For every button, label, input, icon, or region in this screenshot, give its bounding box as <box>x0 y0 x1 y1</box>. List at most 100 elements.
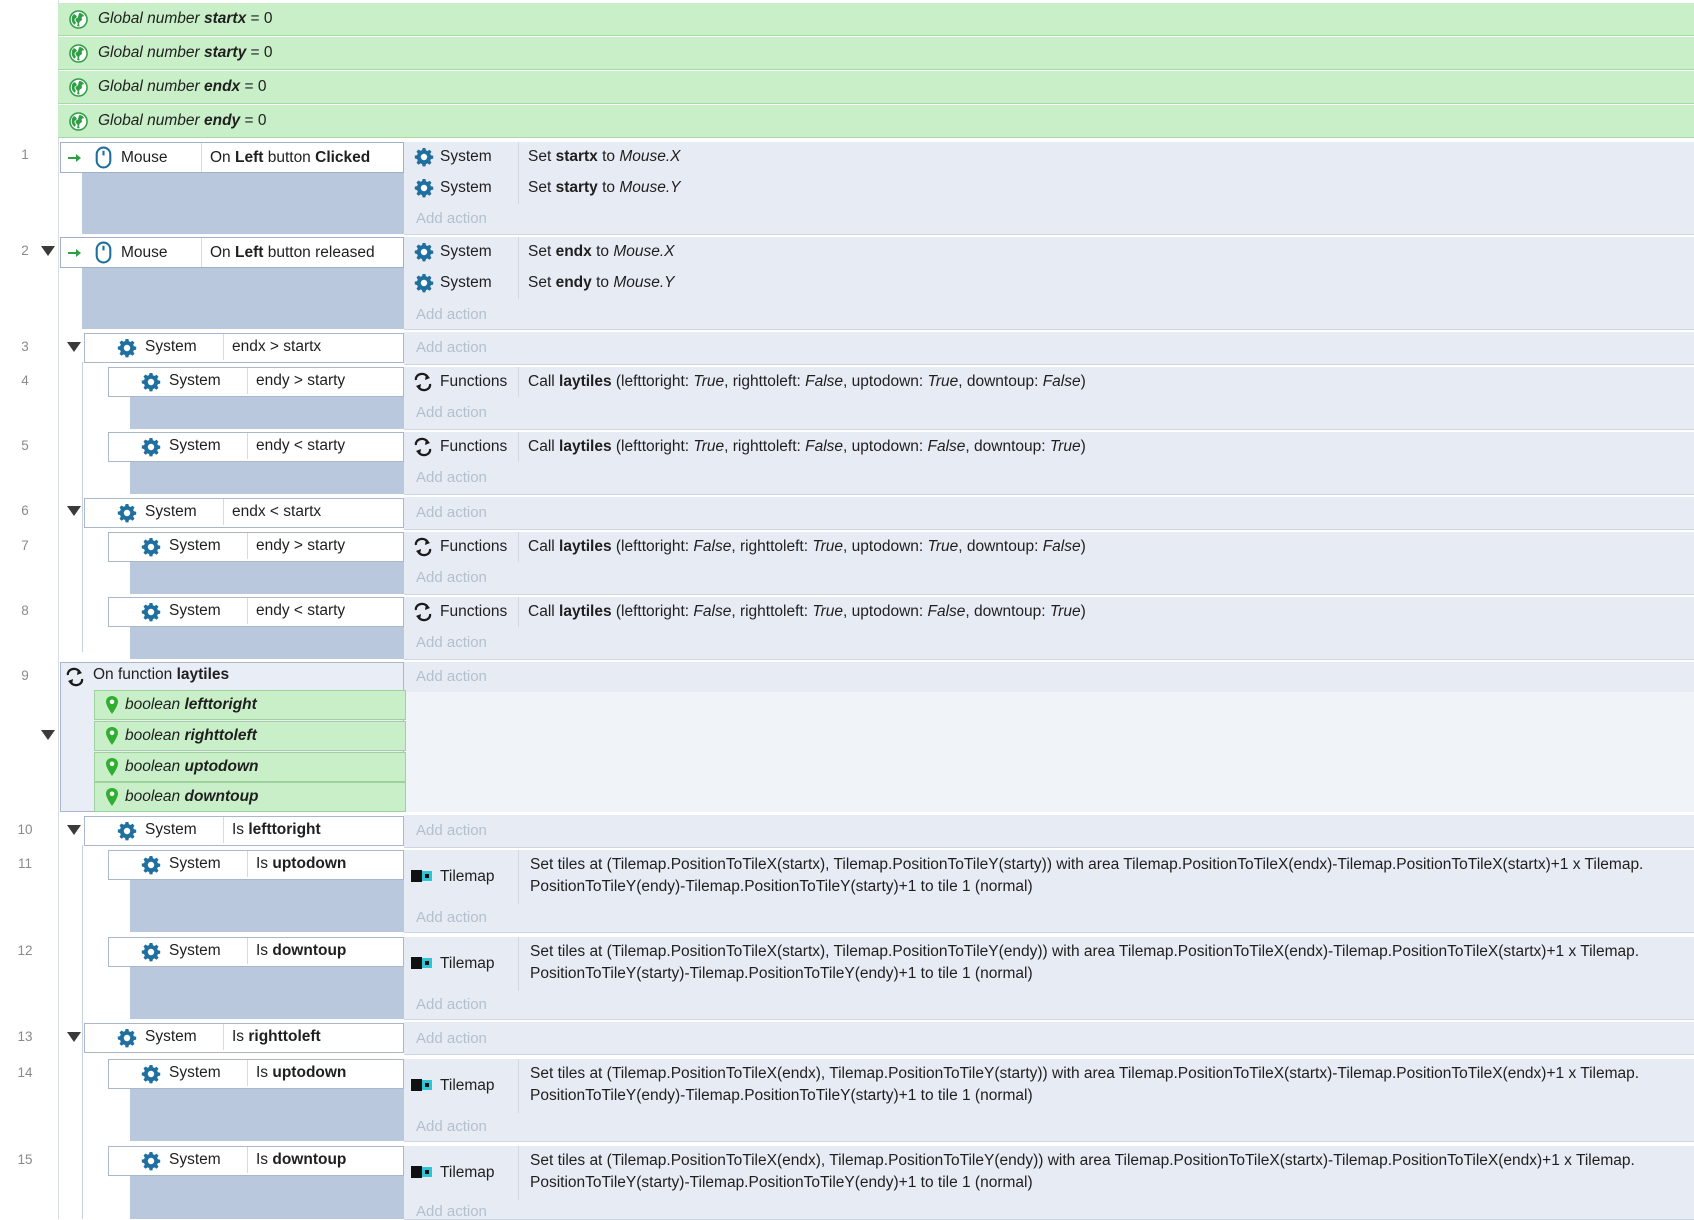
condition-text: endx > startx <box>223 334 321 360</box>
action-object[interactable]: Tilemap <box>440 1158 495 1188</box>
param-uptodown[interactable]: boolean uptodown <box>94 752 406 782</box>
action-call-laytiles[interactable]: Call laytiles (lefttoright: False, right… <box>528 532 1086 562</box>
event-11-condition[interactable]: System Is uptodown <box>108 850 404 880</box>
event-6-actions <box>404 497 1694 530</box>
action-object[interactable]: Tilemap <box>440 1071 495 1101</box>
action-set-tiles[interactable]: Set tiles at (Tilemap.PositionToTileX(en… <box>530 1063 1680 1107</box>
action-set-endy[interactable]: Set endy to Mouse.Y <box>528 268 674 298</box>
action-call-laytiles[interactable]: Call laytiles (lefttoright: True, rightt… <box>528 367 1086 397</box>
collapse-triangle-icon[interactable] <box>67 1032 81 1042</box>
add-action-link[interactable]: Add action <box>416 822 487 839</box>
collapse-triangle-icon[interactable] <box>67 342 81 352</box>
action-set-tiles[interactable]: Set tiles at (Tilemap.PositionToTileX(st… <box>530 941 1680 985</box>
gear-icon <box>141 437 161 457</box>
add-action-link[interactable]: Add action <box>416 339 487 356</box>
condition-text: On Left button released <box>201 238 375 267</box>
event-number: 3 <box>21 339 29 354</box>
param-lefttoright[interactable]: boolean lefttoright <box>94 690 406 720</box>
action-call-laytiles[interactable]: Call laytiles (lefttoright: False, right… <box>528 597 1086 627</box>
event-14-condition[interactable]: System Is uptodown <box>108 1059 404 1089</box>
add-action-link[interactable]: Add action <box>416 210 487 227</box>
condition-object: System <box>169 1064 221 1081</box>
event-4-condition[interactable]: System endy > starty <box>108 367 404 397</box>
pin-icon <box>105 695 119 715</box>
add-action-link[interactable]: Add action <box>416 404 487 421</box>
param-downtoup[interactable]: boolean downtoup <box>94 782 406 812</box>
collapse-triangle-icon[interactable] <box>67 825 81 835</box>
action-separator <box>518 432 519 462</box>
sub-event-guide <box>82 845 83 1219</box>
action-object[interactable]: System <box>440 237 492 267</box>
action-object[interactable]: System <box>440 173 492 203</box>
global-var-name: endy <box>203 112 241 129</box>
action-set-tiles[interactable]: Set tiles at (Tilemap.PositionToTileX(st… <box>530 854 1680 898</box>
event-3-condition[interactable]: System endx > startx <box>84 333 404 363</box>
mouse-icon <box>95 241 112 264</box>
action-separator <box>518 532 519 562</box>
collapse-triangle-icon[interactable] <box>67 506 81 516</box>
event-10-condition[interactable]: System Is lefttoright <box>84 816 404 846</box>
action-object[interactable]: Functions <box>440 597 507 627</box>
action-object[interactable]: Tilemap <box>440 949 495 979</box>
event-9-action-area <box>404 692 1694 812</box>
event-6-condition[interactable]: System endx < startx <box>84 498 404 528</box>
event-5-condition[interactable]: System endy < starty <box>108 432 404 462</box>
action-object[interactable]: System <box>440 142 492 172</box>
event-15-condition[interactable]: System Is downtoup <box>108 1146 404 1176</box>
add-action-link[interactable]: Add action <box>416 668 487 685</box>
add-action-link[interactable]: Add action <box>416 469 487 486</box>
condition-text: Is uptodown <box>247 851 346 877</box>
add-action-link[interactable]: Add action <box>416 996 487 1013</box>
gear-icon <box>141 942 161 962</box>
event-number: 13 <box>17 1029 33 1044</box>
event-13-condition[interactable]: System Is righttoleft <box>84 1023 404 1053</box>
action-object[interactable]: System <box>440 268 492 298</box>
global-var-endy[interactable]: Global number endy = 0 <box>58 105 1694 138</box>
action-set-endx[interactable]: Set endx to Mouse.X <box>528 237 674 267</box>
add-action-link[interactable]: Add action <box>416 569 487 586</box>
action-separator <box>518 237 519 299</box>
gear-icon <box>141 855 161 875</box>
trigger-arrow-icon <box>67 247 83 259</box>
collapse-triangle-icon[interactable] <box>41 730 55 740</box>
event-number: 10 <box>17 822 33 837</box>
event-number: 11 <box>17 856 32 871</box>
condition-text: endy > starty <box>247 533 345 559</box>
add-action-link[interactable]: Add action <box>416 1030 487 1047</box>
add-action-link[interactable]: Add action <box>416 634 487 651</box>
tilemap-icon <box>411 870 432 882</box>
action-set-startx[interactable]: Set startx to Mouse.X <box>528 142 681 172</box>
action-object[interactable]: Functions <box>440 367 507 397</box>
action-object[interactable]: Functions <box>440 532 507 562</box>
pin-icon <box>105 787 119 807</box>
event-number: 14 <box>17 1065 33 1080</box>
add-action-link[interactable]: Add action <box>416 1118 487 1135</box>
action-set-starty[interactable]: Set starty to Mouse.Y <box>528 173 681 203</box>
action-set-tiles[interactable]: Set tiles at (Tilemap.PositionToTileX(en… <box>530 1150 1680 1194</box>
action-call-laytiles[interactable]: Call laytiles (lefttoright: True, rightt… <box>528 432 1086 462</box>
event-1-condition[interactable]: Mouse On Left button Clicked <box>60 142 404 173</box>
condition-text: endy < starty <box>247 433 345 459</box>
event-14-body <box>130 1089 404 1141</box>
event-8-condition[interactable]: System endy < starty <box>108 597 404 627</box>
condition-object: System <box>145 1028 197 1045</box>
event-number: 6 <box>21 503 29 518</box>
param-righttoleft[interactable]: boolean righttoleft <box>94 721 406 751</box>
global-var-startx[interactable]: Global number startx = 0 <box>58 3 1694 36</box>
collapse-triangle-icon[interactable] <box>41 246 55 256</box>
add-action-link[interactable]: Add action <box>416 1203 487 1220</box>
gear-icon <box>141 537 161 557</box>
event-number: 9 <box>21 668 29 683</box>
action-object[interactable]: Tilemap <box>440 862 495 892</box>
event-7-condition[interactable]: System endy > starty <box>108 532 404 562</box>
condition-object: System <box>145 821 197 838</box>
global-var-endx[interactable]: Global number endx = 0 <box>58 71 1694 104</box>
event-4-body <box>130 397 404 429</box>
add-action-link[interactable]: Add action <box>416 504 487 521</box>
event-2-condition[interactable]: Mouse On Left button released <box>60 237 404 268</box>
event-12-condition[interactable]: System Is downtoup <box>108 937 404 967</box>
add-action-link[interactable]: Add action <box>416 909 487 926</box>
action-object[interactable]: Functions <box>440 432 507 462</box>
add-action-link[interactable]: Add action <box>416 306 487 323</box>
global-var-starty[interactable]: Global number starty = 0 <box>58 37 1694 70</box>
